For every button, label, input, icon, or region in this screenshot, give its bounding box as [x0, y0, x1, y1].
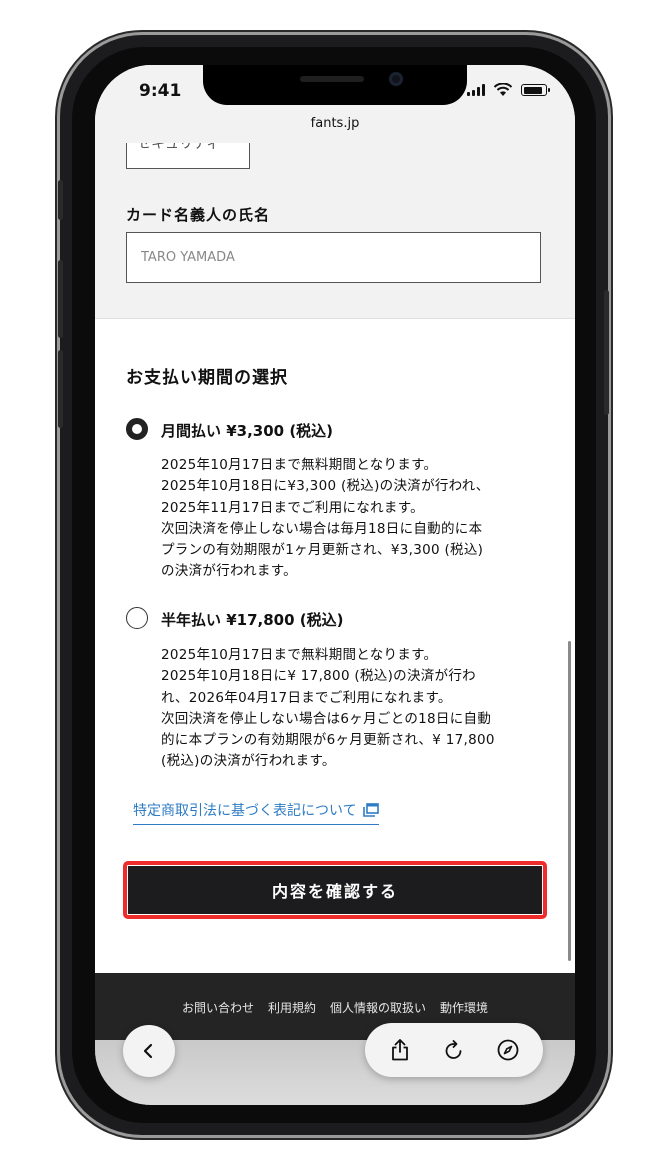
description-line: 次回決済を停止しない場合は毎月18日に自動的に本 — [161, 520, 483, 537]
half-year-option-label[interactable]: 半年払い ¥17,800 (税込) — [161, 609, 343, 630]
scrollbar[interactable] — [568, 641, 571, 961]
description-line: 的に本プランの有効期限が6ヶ月更新され、¥ 17,800 — [161, 732, 495, 749]
reload-icon — [445, 1040, 462, 1059]
reload-button[interactable] — [437, 1033, 471, 1067]
earpiece-speaker — [300, 76, 364, 82]
description-line: 2025年10月18日に¥3,300 (税込)の決済が行われ、 — [161, 478, 490, 495]
description-line: プランの有効期限が1ヶ月更新され、¥3,300 (税込) — [161, 542, 484, 559]
browser-tools — [365, 1023, 543, 1077]
description-line: 2025年10月17日まで無料期間となります。 — [161, 457, 438, 473]
description-line: 次回決済を停止しない場合は6ヶ月ごとの18日に自動 — [161, 710, 492, 727]
legal-notice-link-text[interactable]: 特定商取引法に基づく表記について — [133, 800, 357, 820]
payment-period-title: お支払い期間の選択 — [126, 368, 288, 388]
share-button[interactable] — [383, 1033, 417, 1067]
url-bar[interactable]: fants.jp — [95, 117, 575, 143]
share-icon — [392, 1039, 408, 1061]
back-icon — [143, 1043, 153, 1059]
description-line: (税込)の決済が行われます。 — [161, 753, 336, 770]
back-button[interactable] — [123, 1025, 175, 1077]
cardholder-label: カード名義人の氏名 — [126, 206, 271, 224]
monthly-option-description: 2025年10月17日まで無料期間となります。 2025年10月18日に¥3,3… — [161, 455, 541, 583]
page-content: セキュリティ カード名義人の氏名 お支払い期間の選択 月間払い ¥3,300 (… — [95, 143, 575, 1105]
notch — [203, 65, 467, 105]
confirm-button[interactable]: 内容を確認する — [128, 866, 542, 914]
url-text: fants.jp — [310, 116, 360, 131]
footer-links: お問い合わせ 利用規約 個人情報の取扱い 動作環境 — [95, 999, 575, 1016]
footer-link-terms[interactable]: 利用規約 — [268, 999, 316, 1016]
footer-link-environment[interactable]: 動作環境 — [440, 999, 488, 1016]
description-line: 2025年11月17日までご利用になれます。 — [161, 499, 424, 516]
volume-up-button — [58, 260, 63, 338]
footer-link-contact[interactable]: お問い合わせ — [182, 999, 254, 1016]
security-code-field[interactable]: セキュリティ — [126, 143, 250, 169]
safari-button[interactable] — [491, 1033, 525, 1067]
front-camera — [389, 72, 403, 86]
half-year-radio[interactable] — [126, 607, 148, 629]
description-line: 2025年10月18日に¥ 17,800 (税込)の決済が行わ — [161, 668, 476, 685]
phone-screen: 9:41 fants.jp セキュリティ カード名義人の氏名 お支払い期間 — [95, 65, 575, 1105]
volume-down-button — [58, 350, 63, 428]
compass-icon — [497, 1039, 519, 1061]
status-bar: 9:41 — [95, 65, 575, 117]
wifi-icon — [493, 83, 513, 96]
battery-icon — [521, 84, 550, 96]
status-icons — [467, 83, 550, 97]
power-button — [604, 290, 609, 415]
half-year-option-description: 2025年10月17日まで無料期間となります。 2025年10月18日に¥ 17… — [161, 645, 541, 773]
description-line: の決済が行われます。 — [161, 563, 297, 580]
description-line: 2025年10月17日まで無料期間となります。 — [161, 647, 438, 663]
monthly-radio[interactable] — [126, 418, 148, 440]
cellular-signal-icon — [467, 84, 485, 96]
cardholder-name-input[interactable] — [126, 232, 541, 283]
status-time: 9:41 — [139, 81, 182, 101]
footer-link-privacy[interactable]: 個人情報の取扱い — [330, 999, 426, 1016]
external-link-icon — [362, 803, 379, 817]
card-form-section: セキュリティ カード名義人の氏名 — [95, 143, 575, 319]
description-line: れ、2026年04月17日までご利用になれます。 — [161, 689, 452, 706]
mute-switch — [58, 180, 63, 220]
monthly-option-label[interactable]: 月間払い ¥3,300 (税込) — [161, 420, 333, 441]
legal-notice-link[interactable]: 特定商取引法に基づく表記について — [133, 800, 379, 825]
